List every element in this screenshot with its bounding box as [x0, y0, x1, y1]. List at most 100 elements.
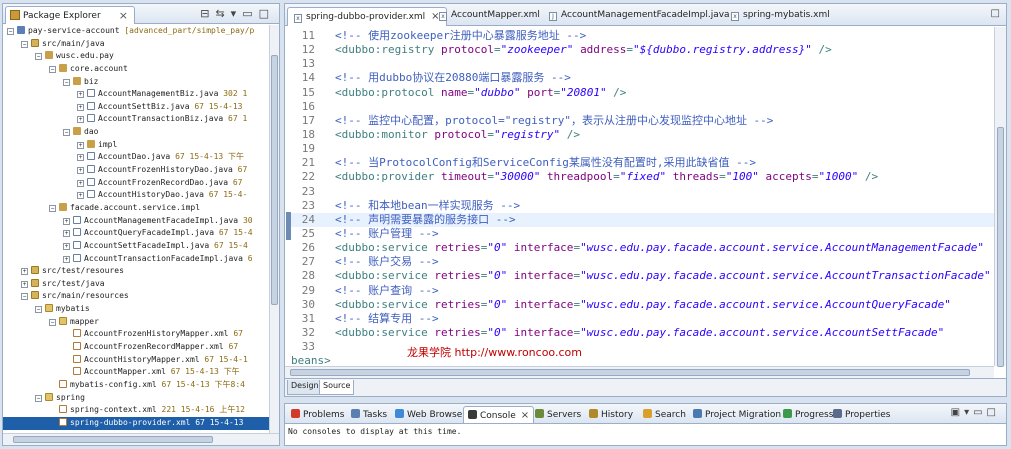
- code-line[interactable]: 32 <dubbo:service retries="0" interface="…: [291, 326, 994, 340]
- editor-vertical-scrollbar[interactable]: [994, 27, 1006, 367]
- expand-icon[interactable]: +: [63, 242, 70, 250]
- collapse-icon[interactable]: −: [7, 28, 14, 35]
- code-line[interactable]: 17 <!-- 监控中心配置，protocol="registry"，表示从注册中…: [291, 114, 994, 128]
- tree-item[interactable]: + AccountManagementFacadeImpl.java 30: [3, 215, 269, 228]
- tab-tasks[interactable]: Tasks: [347, 406, 391, 423]
- editor-tab[interactable]: J AccountManagementFacadeImpl.java: [543, 7, 736, 26]
- tree-item[interactable]: + AccountFrozenHistoryDao.java 67: [3, 164, 269, 177]
- tree-item[interactable]: AccountFrozenRecordMapper.xml 67: [3, 341, 269, 354]
- tree-item[interactable]: − mybatis: [3, 303, 269, 316]
- tree-item[interactable]: − mapper: [3, 316, 269, 329]
- tree-item[interactable]: − src/main/java: [3, 38, 269, 51]
- tab-web-browser[interactable]: Web Browser: [391, 406, 470, 423]
- code-line[interactable]: 11 <!-- 使用zookeeper注册中心暴露服务地址 -->: [291, 29, 994, 43]
- code-line[interactable]: 25 <!-- 账户管理 -->: [291, 227, 994, 241]
- code-line[interactable]: 33: [291, 340, 994, 354]
- close-icon[interactable]: ×: [521, 410, 529, 421]
- tree-item[interactable]: + AccountDao.java 67 15-4-13 下午: [3, 151, 269, 164]
- tab-console[interactable]: Console ×: [463, 406, 535, 423]
- tree-item[interactable]: + src/test/resoures: [3, 265, 269, 278]
- tree-item[interactable]: + impl: [3, 139, 269, 152]
- expand-icon[interactable]: +: [21, 268, 28, 276]
- collapse-icon[interactable]: −: [63, 78, 70, 86]
- editor-tab[interactable]: x spring-mybatis.xml: [725, 7, 836, 26]
- tree-item[interactable]: + AccountManagementBiz.java 302 1: [3, 88, 269, 101]
- collapse-icon[interactable]: −: [21, 293, 28, 301]
- tree-item[interactable]: − facade.account.service.impl: [3, 202, 269, 215]
- code-line[interactable]: 22 <dubbo:provider timeout="30000" thread…: [291, 170, 994, 184]
- tree-item[interactable]: AccountFrozenHistoryMapper.xml 67: [3, 328, 269, 341]
- tab-servers[interactable]: Servers: [531, 406, 585, 423]
- tree-vertical-scrollbar[interactable]: [269, 25, 279, 433]
- view-menu-icon[interactable]: ▾: [231, 7, 243, 20]
- tree-item[interactable]: − src/main/resources: [3, 290, 269, 303]
- scroll-thumb[interactable]: [290, 369, 970, 376]
- code-line[interactable]: 13: [291, 57, 994, 71]
- tab-source[interactable]: Source: [319, 380, 355, 395]
- tree-item[interactable]: + AccountSettFacadeImpl.java 67 15-4: [3, 240, 269, 253]
- tree-item[interactable]: − core.account: [3, 63, 269, 76]
- tree-item[interactable]: spring-context.xml 221 15-4-16 上午12: [3, 404, 269, 417]
- tree-item[interactable]: + AccountSettBiz.java 67 15-4-13: [3, 101, 269, 114]
- code-editor[interactable]: 11 <!-- 使用zookeeper注册中心暴露服务地址 --> 12 <dubbo…: [285, 27, 994, 366]
- expand-icon[interactable]: +: [63, 230, 70, 238]
- scroll-thumb[interactable]: [13, 436, 213, 443]
- minimize-icon[interactable]: ▭: [973, 407, 986, 418]
- minimize-icon[interactable]: ▭: [242, 7, 258, 20]
- maximize-icon[interactable]: □: [259, 7, 275, 20]
- display-console-icon[interactable]: ▣: [951, 407, 964, 418]
- maximize-icon[interactable]: □: [987, 407, 1000, 418]
- tree-item[interactable]: − spring: [3, 392, 269, 405]
- expand-icon[interactable]: +: [77, 192, 84, 200]
- collapse-icon[interactable]: −: [35, 53, 42, 61]
- tab-project-migration[interactable]: Project Migration: [689, 406, 785, 423]
- collapse-icon[interactable]: −: [63, 129, 70, 137]
- code-line[interactable]: 14 <!-- 用dubbo协议在20880端口暴露服务 -->: [291, 71, 994, 85]
- code-lines[interactable]: 11 <!-- 使用zookeeper注册中心暴露服务地址 --> 12 <dubbo…: [291, 29, 994, 366]
- scroll-thumb[interactable]: [997, 127, 1004, 367]
- code-line[interactable]: 15 <dubbo:protocol name="dubbo" port="208…: [291, 86, 994, 100]
- tree-item[interactable]: mybatis-config.xml 67 15-4-13 下午8:4: [3, 379, 269, 392]
- code-line[interactable]: 16: [291, 100, 994, 114]
- tree-item[interactable]: + AccountTransactionFacadeImpl.java 6: [3, 253, 269, 266]
- code-line[interactable]: 21 <!-- 当ProtocolConfig和ServiceConfig某属性没…: [291, 156, 994, 170]
- code-line[interactable]: 29 <!-- 账户查询 -->: [291, 284, 994, 298]
- tree-item[interactable]: − dao: [3, 126, 269, 139]
- expand-icon[interactable]: +: [77, 141, 84, 149]
- code-line[interactable]: 18 <dubbo:monitor protocol="registry" />: [291, 128, 994, 142]
- code-line[interactable]: 24 <!-- 声明需要暴露的服务接口 -->: [291, 212, 994, 227]
- expand-icon[interactable]: +: [63, 217, 70, 225]
- tree-item[interactable]: + src/test/java: [3, 278, 269, 291]
- tab-properties[interactable]: Properties: [829, 406, 894, 423]
- expand-icon[interactable]: +: [63, 255, 70, 263]
- collapse-all-icon[interactable]: ⊟: [200, 7, 215, 20]
- collapse-icon[interactable]: −: [49, 318, 56, 326]
- expand-icon[interactable]: +: [77, 103, 84, 111]
- tree-item[interactable]: + AccountTransactionBiz.java 67 1: [3, 113, 269, 126]
- expand-icon[interactable]: +: [77, 154, 84, 162]
- code-line[interactable]: 12 <dubbo:registry protocol="zookeeper" a…: [291, 43, 994, 57]
- expand-icon[interactable]: +: [77, 116, 84, 124]
- tree-item[interactable]: − biz: [3, 76, 269, 89]
- expand-icon[interactable]: +: [21, 280, 28, 288]
- tree-item[interactable]: AccountMapper.xml 67 15-4-13 下午: [3, 366, 269, 379]
- collapse-icon[interactable]: −: [49, 65, 56, 73]
- editor-tab[interactable]: x spring-dubbo-provider.xml ×: [287, 7, 447, 26]
- code-line[interactable]: 26 <dubbo:service retries="0" interface="…: [291, 241, 994, 255]
- code-line[interactable]: 23 <!-- 和本地bean一样实现服务 -->: [291, 199, 994, 213]
- tree-item[interactable]: + AccountFrozenRecordDao.java 67: [3, 177, 269, 190]
- collapse-icon[interactable]: −: [49, 204, 56, 212]
- collapse-icon[interactable]: −: [21, 40, 28, 48]
- code-line[interactable]: 28 <dubbo:service retries="0" interface="…: [291, 269, 994, 283]
- editor-tab[interactable]: x AccountMapper.xml: [433, 7, 546, 26]
- expand-icon[interactable]: +: [77, 167, 84, 175]
- editor-horizontal-scrollbar[interactable]: [285, 366, 994, 378]
- tab-design[interactable]: Design: [287, 380, 323, 395]
- tree-item[interactable]: + AccountHistoryDao.java 67 15-4-: [3, 189, 269, 202]
- code-line[interactable]: 23: [291, 185, 994, 199]
- tree-item[interactable]: spring-dubbo-provider.xml 67 15-4-13: [3, 416, 269, 430]
- link-editor-icon[interactable]: ⇆: [215, 7, 230, 20]
- code-line[interactable]: 27 <!-- 账户交易 -->: [291, 255, 994, 269]
- code-line[interactable]: 34beans>: [291, 354, 994, 366]
- tab-search[interactable]: Search: [639, 406, 690, 423]
